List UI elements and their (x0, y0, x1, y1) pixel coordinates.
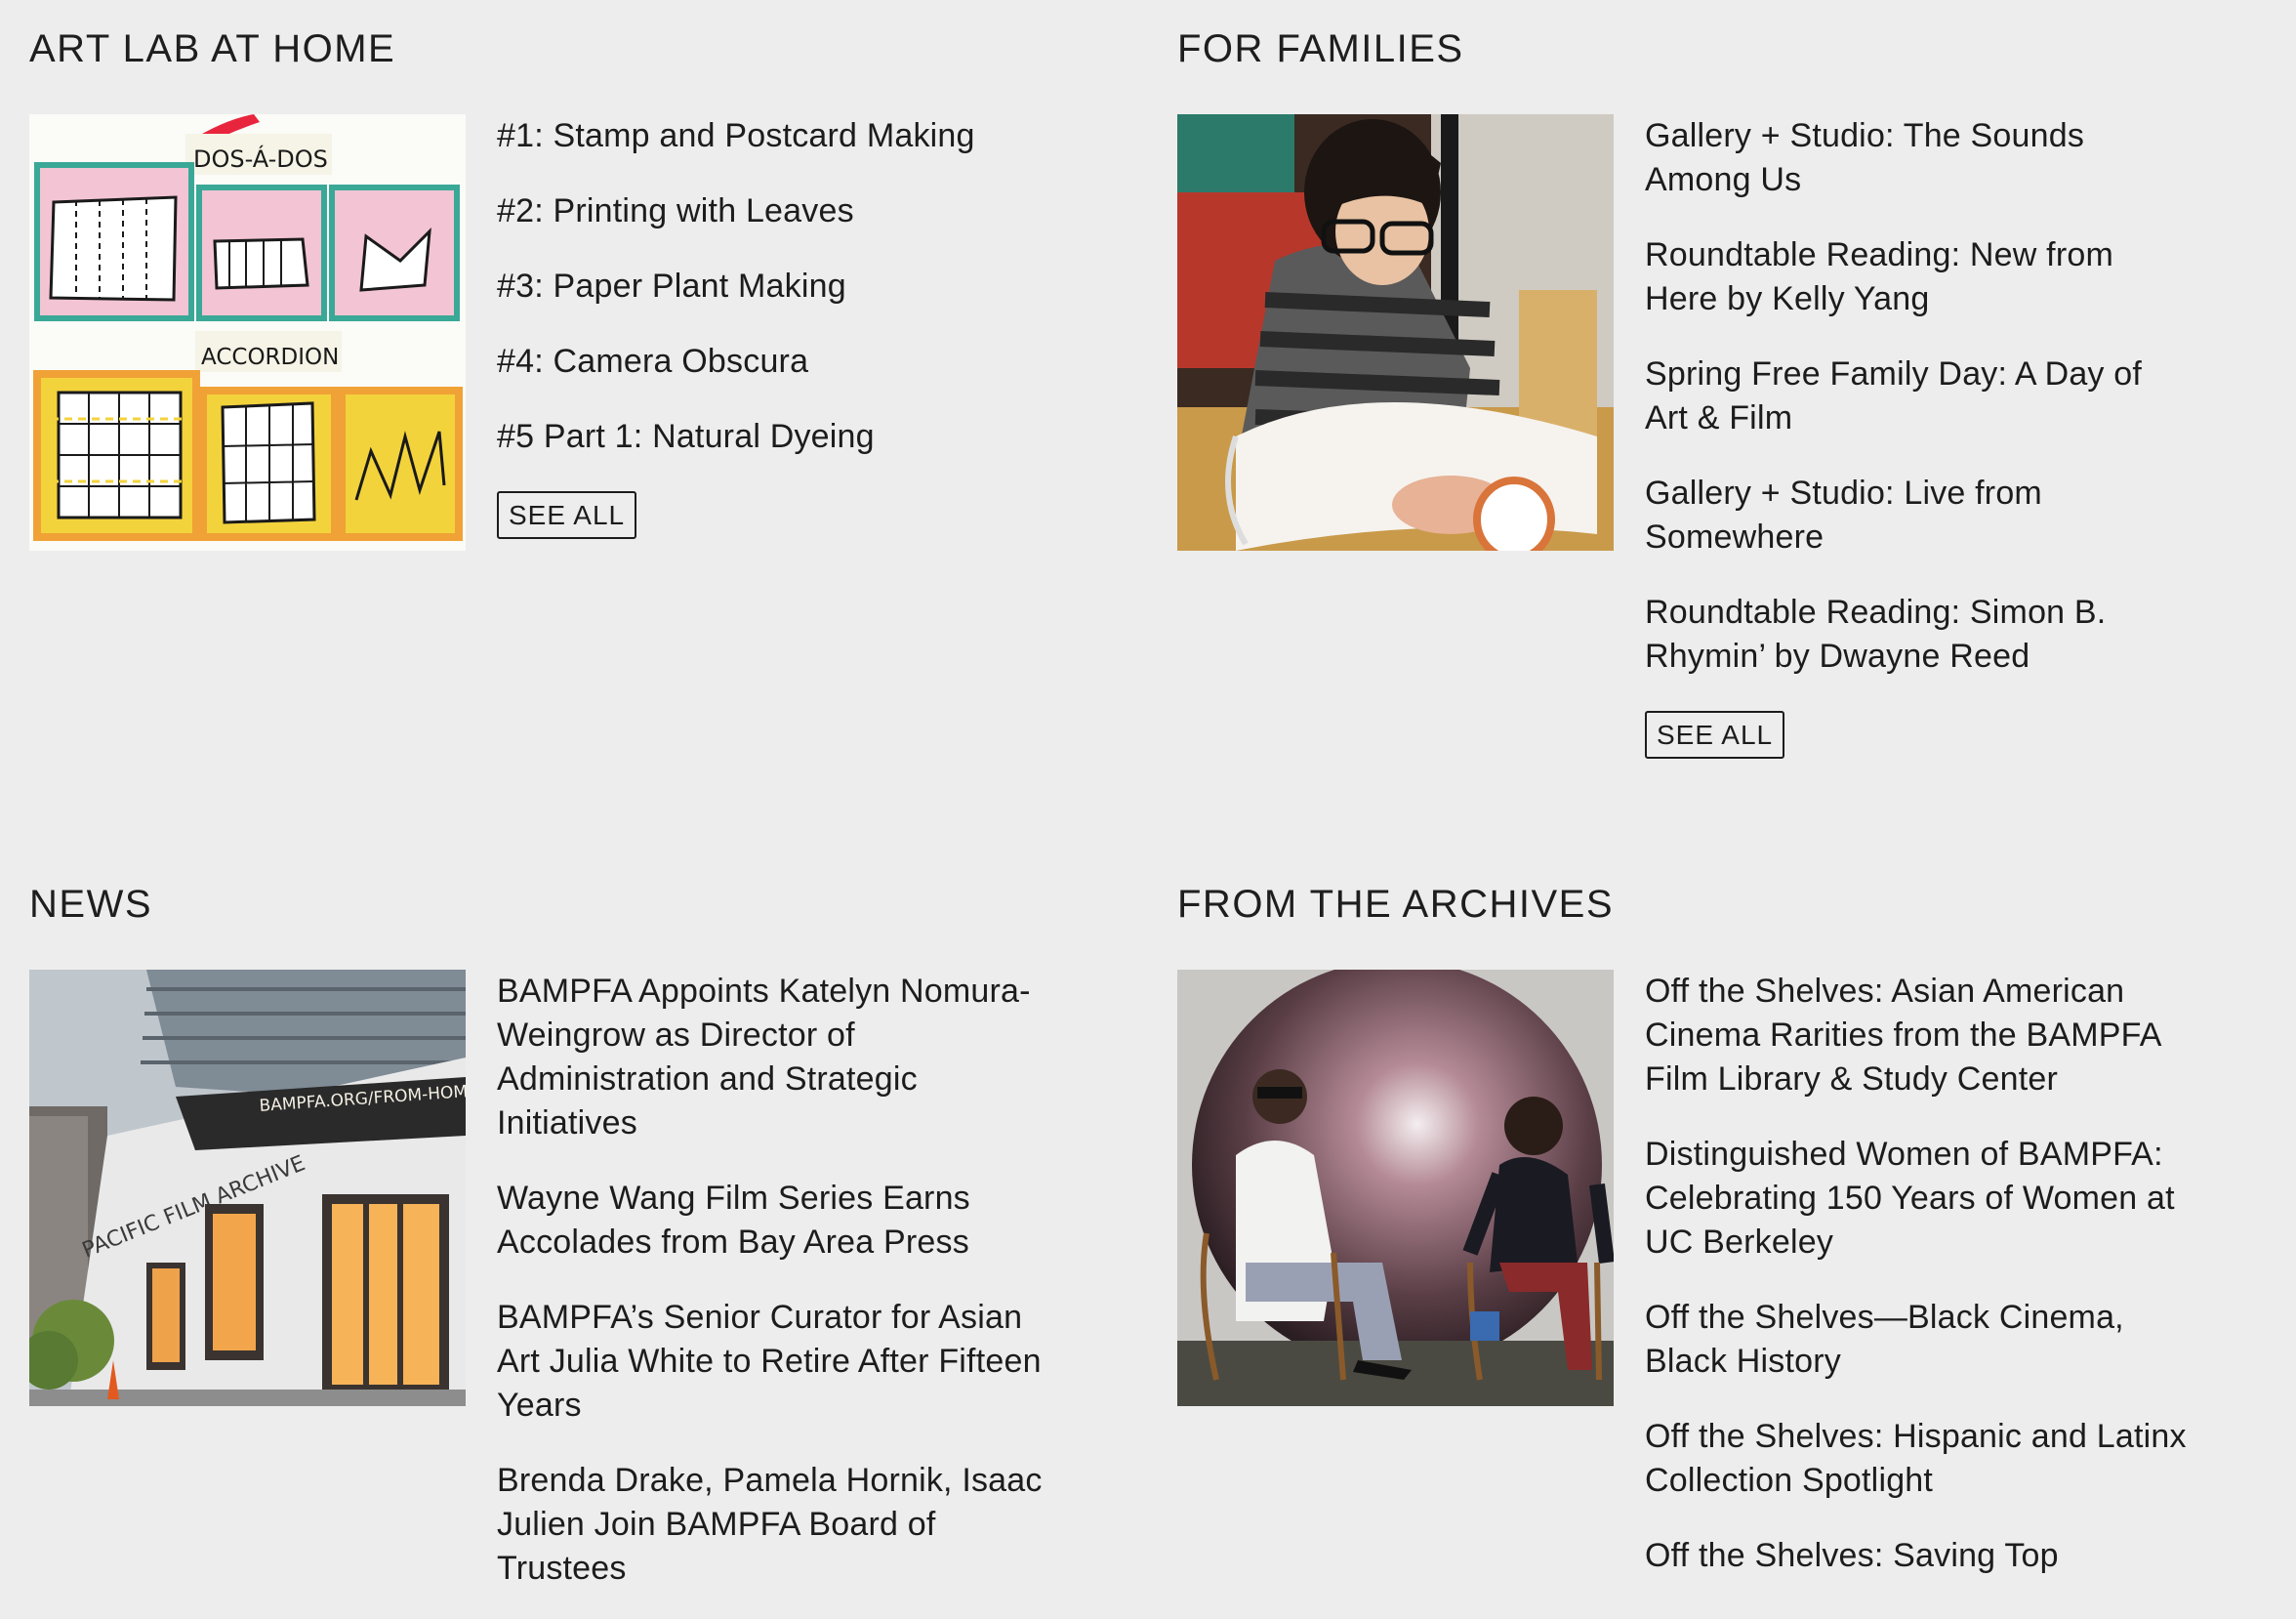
image-label-middle: ACCORDION (201, 345, 339, 370)
news-image[interactable]: BAMPFA.ORG/FROM-HOME PACIFIC FILM ARCHIV… (29, 970, 466, 1406)
families-link[interactable]: Spring Free Family Day: A Day of Art & F… (1645, 353, 2192, 440)
families-links: Gallery + Studio: The Sounds Among Us Ro… (1645, 114, 2192, 759)
art-lab-link[interactable]: #4: Camera Obscura (497, 340, 1044, 384)
art-lab-section: ART LAB AT HOME DOS-Á-DOS ACCORDION #1: … (29, 29, 1103, 551)
families-link[interactable]: Roundtable Reading: Simon B. Rhymin’ by … (1645, 591, 2192, 679)
families-link[interactable]: Gallery + Studio: Live from Somewhere (1645, 472, 2192, 560)
art-lab-links: #1: Stamp and Postcard Making #2: Printi… (497, 114, 1044, 551)
families-link[interactable]: Gallery + Studio: The Sounds Among Us (1645, 114, 2192, 202)
news-link[interactable]: BAMPFA’s Senior Curator for Asian Art Ju… (497, 1296, 1044, 1428)
news-link[interactable]: Wayne Wang Film Series Earns Accolades f… (497, 1177, 1044, 1265)
families-link[interactable]: Roundtable Reading: New from Here by Kel… (1645, 233, 2192, 321)
families-image[interactable] (1177, 114, 1614, 551)
archives-image[interactable] (1177, 970, 1614, 1406)
section-title: FOR FAMILIES (1177, 27, 1464, 70)
archives-link[interactable]: Distinguished Women of BAMPFA: Celebrati… (1645, 1133, 2192, 1265)
image-label-top: DOS-Á-DOS (193, 145, 328, 173)
archives-link[interactable]: Off the Shelves: Asian American Cinema R… (1645, 970, 2192, 1101)
section-title: FROM THE ARCHIVES (1177, 883, 1615, 926)
art-lab-link[interactable]: #2: Printing with Leaves (497, 189, 1044, 233)
art-lab-see-all-button[interactable]: SEE ALL (497, 491, 637, 539)
archives-link[interactable]: Off the Shelves: Saving Top (1645, 1534, 2192, 1578)
page: ART LAB AT HOME DOS-Á-DOS ACCORDION #1: … (0, 0, 2296, 1619)
news-link[interactable]: Brenda Drake, Pamela Hornik, Isaac Julie… (497, 1459, 1044, 1591)
section-title: NEWS (29, 883, 152, 926)
archives-links: Off the Shelves: Asian American Cinema R… (1645, 970, 2192, 1609)
section-title: ART LAB AT HOME (29, 27, 396, 70)
art-lab-link[interactable]: #5 Part 1: Natural Dyeing (497, 415, 1044, 459)
art-lab-illustration: DOS-Á-DOS ACCORDION (29, 114, 466, 551)
news-section: NEWS BAMPFA.ORG/FROM-HOME PACIFIC FILM A… (29, 885, 1103, 1619)
news-photo: BAMPFA.ORG/FROM-HOME PACIFIC FILM ARCHIV… (29, 970, 466, 1406)
art-lab-image[interactable]: DOS-Á-DOS ACCORDION (29, 114, 466, 551)
archives-section: FROM THE ARCHIVES Off the Shelves: Asian… (1177, 885, 2251, 1609)
news-links: BAMPFA Appoints Katelyn Nomura-Weingrow … (497, 970, 1044, 1619)
news-link[interactable]: BAMPFA Appoints Katelyn Nomura-Weingrow … (497, 970, 1044, 1145)
art-lab-link[interactable]: #3: Paper Plant Making (497, 265, 1044, 309)
archives-link[interactable]: Off the Shelves: Hispanic and Latinx Col… (1645, 1415, 2192, 1503)
families-section: FOR FAMILIES Gallery + Studio: The Sound… (1177, 29, 2251, 759)
families-see-all-button[interactable]: SEE ALL (1645, 711, 1785, 759)
families-photo (1177, 114, 1614, 551)
archives-link[interactable]: Off the Shelves—Black Cinema, Black Hist… (1645, 1296, 2192, 1384)
art-lab-link[interactable]: #1: Stamp and Postcard Making (497, 114, 1044, 158)
archives-photo (1177, 970, 1614, 1406)
